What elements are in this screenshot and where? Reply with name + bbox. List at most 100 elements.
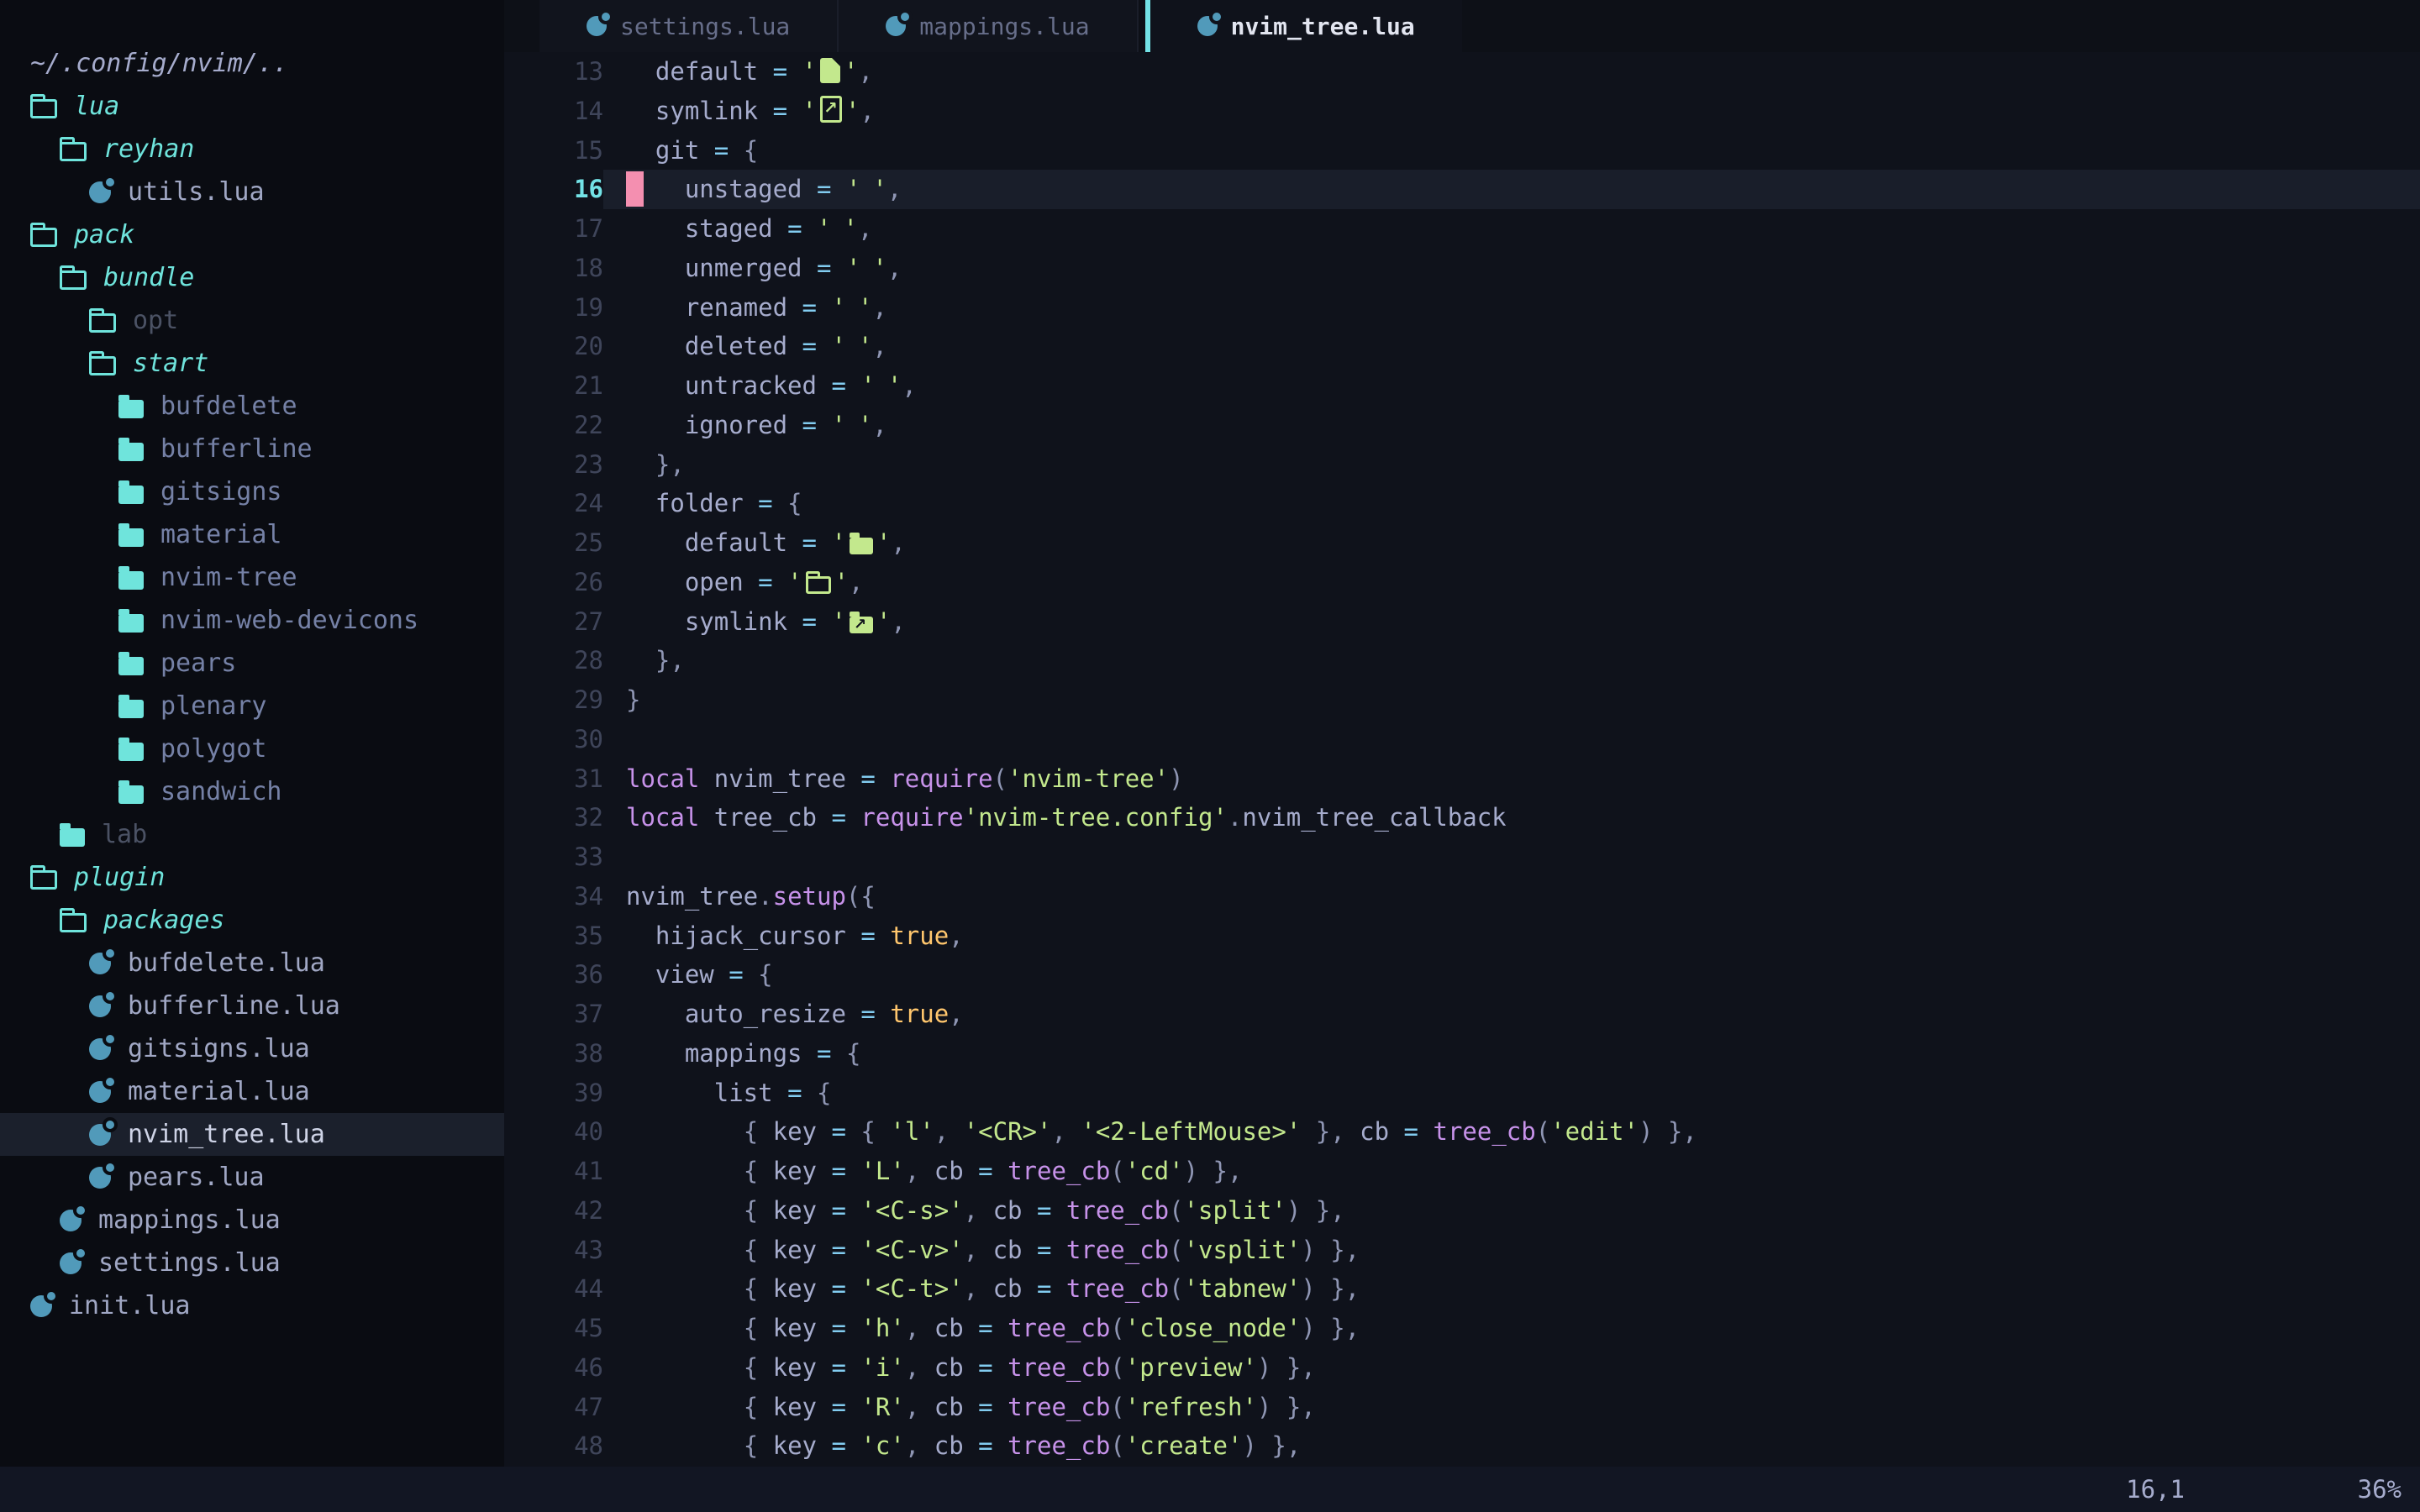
tree-item-label: plugin xyxy=(74,863,165,892)
code-line-46[interactable]: 46 { key = 'i', cb = tree_cb('preview') … xyxy=(504,1348,2420,1388)
tree-item-polygot[interactable]: polygot xyxy=(0,727,504,770)
folder-icon xyxy=(118,443,144,461)
code-text: default = '', xyxy=(603,523,2420,563)
tree-item-label: bufferline xyxy=(160,434,313,464)
code-line-38[interactable]: 38 mappings = { xyxy=(504,1034,2420,1074)
code-text: } xyxy=(603,680,2420,720)
code-line-21[interactable]: 21 untracked = '', xyxy=(504,366,2420,406)
tree-item-init.lua[interactable]: init.lua xyxy=(0,1284,504,1327)
tree-item-plenary[interactable]: plenary xyxy=(0,685,504,727)
code-line-25[interactable]: 25 default = '', xyxy=(504,523,2420,563)
code-line-48[interactable]: 48 { key = 'c', cb = tree_cb('create') }… xyxy=(504,1426,2420,1466)
tree-item-gitsigns.lua[interactable]: gitsigns.lua xyxy=(0,1027,504,1070)
code-line-36[interactable]: 36 view = { xyxy=(504,955,2420,995)
tree-item-lab[interactable]: lab xyxy=(0,813,504,856)
tree-item-pears.lua[interactable]: pears.lua xyxy=(0,1156,504,1199)
tree-item-material[interactable]: material xyxy=(0,513,504,556)
code-line-28[interactable]: 28 }, xyxy=(504,641,2420,680)
code-line-43[interactable]: 43 { key = '<C-v>', cb = tree_cb('vsplit… xyxy=(504,1231,2420,1270)
lua-file-icon xyxy=(89,181,111,203)
tree-item-nvim-tree.lua[interactable]: nvim_tree.lua xyxy=(0,1113,504,1156)
line-number: 47 xyxy=(504,1388,603,1427)
folder-open-icon xyxy=(60,270,87,290)
code-line-31[interactable]: 31local nvim_tree = require('nvim-tree') xyxy=(504,759,2420,799)
tree-item-nvim-tree[interactable]: nvim-tree xyxy=(0,556,504,599)
code-line-40[interactable]: 40 { key = { 'l', '<CR>', '<2-LeftMouse>… xyxy=(504,1112,2420,1152)
tree-item-bufdelete.lua[interactable]: bufdelete.lua xyxy=(0,942,504,984)
tree-item-opt[interactable]: opt xyxy=(0,299,504,342)
code-line-17[interactable]: 17 staged = '', xyxy=(504,209,2420,249)
line-number: 46 xyxy=(504,1348,603,1388)
tab-settings.lua[interactable]: settings.lua xyxy=(539,0,839,52)
tree-item-gitsigns[interactable]: gitsigns xyxy=(0,470,504,513)
code-line-39[interactable]: 39 list = { xyxy=(504,1074,2420,1113)
code-line-16[interactable]: 16 unstaged = '', xyxy=(504,170,2420,209)
code-line-20[interactable]: 20 deleted = '', xyxy=(504,327,2420,366)
code-line-37[interactable]: 37 auto_resize = true, xyxy=(504,995,2420,1034)
tab-mappings.lua[interactable]: mappings.lua xyxy=(839,0,1138,52)
lua-file-icon xyxy=(89,1038,111,1060)
code-line-45[interactable]: 45 { key = 'h', cb = tree_cb('close_node… xyxy=(504,1309,2420,1348)
tree-item--.config-nvim-..[interactable]: ~/.config/nvim/.. xyxy=(0,42,504,85)
code-line-13[interactable]: 13 default = '', xyxy=(504,52,2420,92)
code-line-24[interactable]: 24 folder = { xyxy=(504,484,2420,523)
tree-item-utils.lua[interactable]: utils.lua xyxy=(0,171,504,213)
tree-item-material.lua[interactable]: material.lua xyxy=(0,1070,504,1113)
line-number: 18 xyxy=(504,249,603,288)
tree-item-nvim-web-devicons[interactable]: nvim-web-devicons xyxy=(0,599,504,642)
folder-icon xyxy=(118,700,144,718)
tree-item-mappings.lua[interactable]: mappings.lua xyxy=(0,1199,504,1242)
code-line-30[interactable]: 30 xyxy=(504,720,2420,759)
code-line-34[interactable]: 34nvim_tree.setup({ xyxy=(504,877,2420,916)
code-line-27[interactable]: 27 symlink = '', xyxy=(504,602,2420,642)
line-number: 37 xyxy=(504,995,603,1034)
line-number: 42 xyxy=(504,1191,603,1231)
code-line-23[interactable]: 23 }, xyxy=(504,445,2420,485)
code-line-29[interactable]: 29} xyxy=(504,680,2420,720)
tree-item-bufdelete[interactable]: bufdelete xyxy=(0,385,504,428)
scroll-percent: 36% xyxy=(2358,1467,2402,1512)
tree-item-label: gitsigns xyxy=(160,477,282,507)
tree-item-reyhan[interactable]: reyhan xyxy=(0,128,504,171)
code-text: { key = '<C-s>', cb = tree_cb('split') }… xyxy=(603,1191,2420,1231)
code-line-18[interactable]: 18 unmerged = '', xyxy=(504,249,2420,288)
code-line-42[interactable]: 42 { key = '<C-s>', cb = tree_cb('split'… xyxy=(504,1191,2420,1231)
tree-item-sandwich[interactable]: sandwich xyxy=(0,770,504,813)
tree-item-label: nvim-tree xyxy=(160,563,297,592)
line-number: 43 xyxy=(504,1231,603,1270)
code-text: deleted = '', xyxy=(603,327,2420,366)
code-line-33[interactable]: 33 xyxy=(504,837,2420,877)
tree-item-label: gitsigns.lua xyxy=(128,1034,310,1063)
tree-item-plugin[interactable]: plugin xyxy=(0,856,504,899)
code-line-41[interactable]: 41 { key = 'L', cb = tree_cb('cd') }, xyxy=(504,1152,2420,1191)
tree-item-bufferline.lua[interactable]: bufferline.lua xyxy=(0,984,504,1027)
tree-item-lua[interactable]: lua xyxy=(0,85,504,128)
tree-item-pack[interactable]: pack xyxy=(0,213,504,256)
code-text: hijack_cursor = true, xyxy=(603,916,2420,956)
folder-icon xyxy=(118,486,144,504)
tree-item-label: utils.lua xyxy=(128,177,265,207)
line-number: 15 xyxy=(504,131,603,171)
folder-open-icon xyxy=(89,313,116,333)
code-line-35[interactable]: 35 hijack_cursor = true, xyxy=(504,916,2420,956)
code-line-26[interactable]: 26 open = '', xyxy=(504,563,2420,602)
line-number: 33 xyxy=(504,837,603,877)
tree-item-start[interactable]: start xyxy=(0,342,504,385)
code-line-19[interactable]: 19 renamed = '', xyxy=(504,288,2420,328)
line-number: 25 xyxy=(504,523,603,563)
code-line-32[interactable]: 32local tree_cb = require'nvim-tree.conf… xyxy=(504,798,2420,837)
code-line-14[interactable]: 14 symlink = '', xyxy=(504,92,2420,131)
tree-item-pears[interactable]: pears xyxy=(0,642,504,685)
code-line-47[interactable]: 47 { key = 'R', cb = tree_cb('refresh') … xyxy=(504,1388,2420,1427)
line-number: 13 xyxy=(504,52,603,92)
tree-item-settings.lua[interactable]: settings.lua xyxy=(0,1242,504,1284)
tab-nvim-tree.lua[interactable]: nvim_tree.lua xyxy=(1145,0,1462,52)
tree-item-bundle[interactable]: bundle xyxy=(0,256,504,299)
lua-file-icon xyxy=(60,1210,82,1231)
code-line-44[interactable]: 44 { key = '<C-t>', cb = tree_cb('tabnew… xyxy=(504,1269,2420,1309)
code-line-22[interactable]: 22 ignored = '', xyxy=(504,406,2420,445)
code-line-15[interactable]: 15 git = { xyxy=(504,131,2420,171)
tree-item-bufferline[interactable]: bufferline xyxy=(0,428,504,470)
code-text: local nvim_tree = require('nvim-tree') xyxy=(603,759,2420,799)
tree-item-packages[interactable]: packages xyxy=(0,899,504,942)
